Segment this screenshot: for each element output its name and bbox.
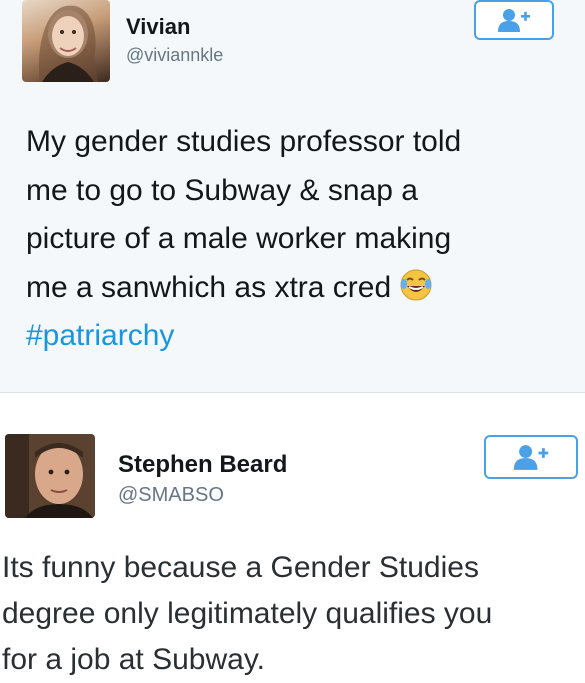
avatar-photo	[5, 434, 95, 518]
tweet-line: My gender studies professor told	[26, 125, 462, 158]
avatar[interactable]	[5, 434, 95, 518]
face-with-tears-of-joy-icon	[400, 269, 432, 300]
tweet-vivian: Vivian @viviannkle My gender studies pro…	[0, 0, 585, 392]
tweet-text: My gender studies professor told me to g…	[26, 118, 461, 361]
tweet-line: me a sanwhich as xtra cred	[26, 270, 392, 304]
display-name[interactable]: Stephen Beard	[118, 451, 287, 479]
tweet-line: degree only legitimately qualifies you	[2, 597, 493, 630]
tweet-line: me to go to Subway & snap a	[26, 173, 418, 207]
avatar-photo	[39, 5, 98, 82]
follow-icon	[498, 9, 530, 32]
user-handle[interactable]: @SMABSO	[118, 484, 224, 507]
follow-button[interactable]	[484, 435, 578, 479]
tweet-stephen-beard: Stephen Beard @SMABSO Its funny because …	[0, 392, 585, 680]
tweet-line: picture of a male worker making	[26, 222, 452, 255]
follow-button[interactable]	[474, 0, 554, 40]
display-name[interactable]: Vivian	[126, 14, 190, 40]
hashtag-link[interactable]: #patriarchy	[26, 312, 461, 361]
avatar[interactable]	[22, 0, 110, 82]
user-handle[interactable]: @viviannkle	[126, 45, 223, 66]
follow-icon	[513, 445, 549, 470]
tweet-text: Its funny because a Gender Studies degre…	[2, 545, 492, 683]
tweet-line: for a job at Subway.	[2, 643, 265, 676]
tweet-line: Its funny because a Gender Studies	[2, 551, 479, 584]
tweet-line-with-emoji: me a sanwhich as xtra cred	[26, 264, 461, 313]
